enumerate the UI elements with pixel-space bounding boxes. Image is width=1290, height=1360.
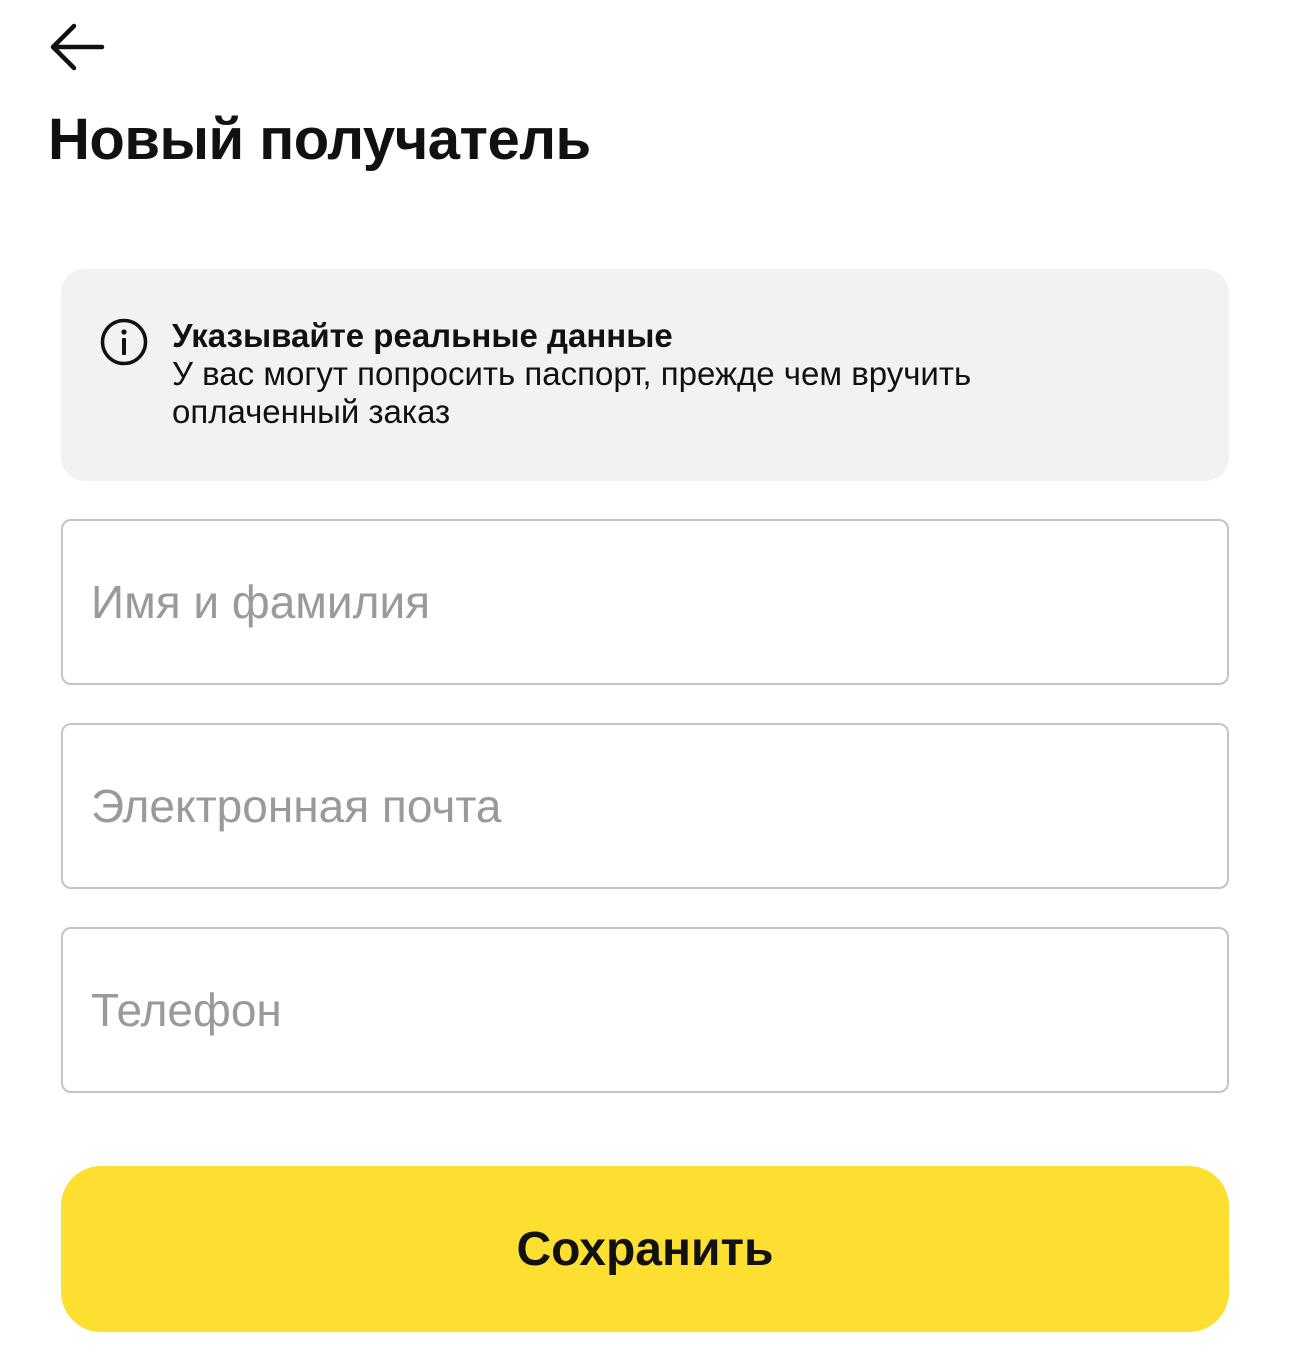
info-circle-icon bbox=[99, 317, 149, 367]
info-text: Указывайте реальные данные У вас могут п… bbox=[172, 317, 1172, 431]
save-button[interactable]: Сохранить bbox=[61, 1166, 1229, 1332]
info-body-line-2: оплаченный заказ bbox=[172, 393, 451, 430]
info-title: Указывайте реальные данные bbox=[172, 317, 673, 354]
name-input[interactable] bbox=[91, 521, 1191, 683]
info-body-line-1: У вас могут попросить паспорт, прежде че… bbox=[172, 355, 972, 392]
arrow-left-icon bbox=[48, 21, 106, 73]
info-card: Указывайте реальные данные У вас могут п… bbox=[61, 269, 1229, 481]
email-input[interactable] bbox=[91, 725, 1191, 887]
email-field[interactable] bbox=[61, 723, 1229, 889]
phone-field[interactable] bbox=[61, 927, 1229, 1093]
phone-input[interactable] bbox=[91, 929, 1191, 1091]
page-title: Новый получатель bbox=[48, 107, 591, 172]
name-field[interactable] bbox=[61, 519, 1229, 685]
back-button[interactable] bbox=[38, 14, 116, 80]
